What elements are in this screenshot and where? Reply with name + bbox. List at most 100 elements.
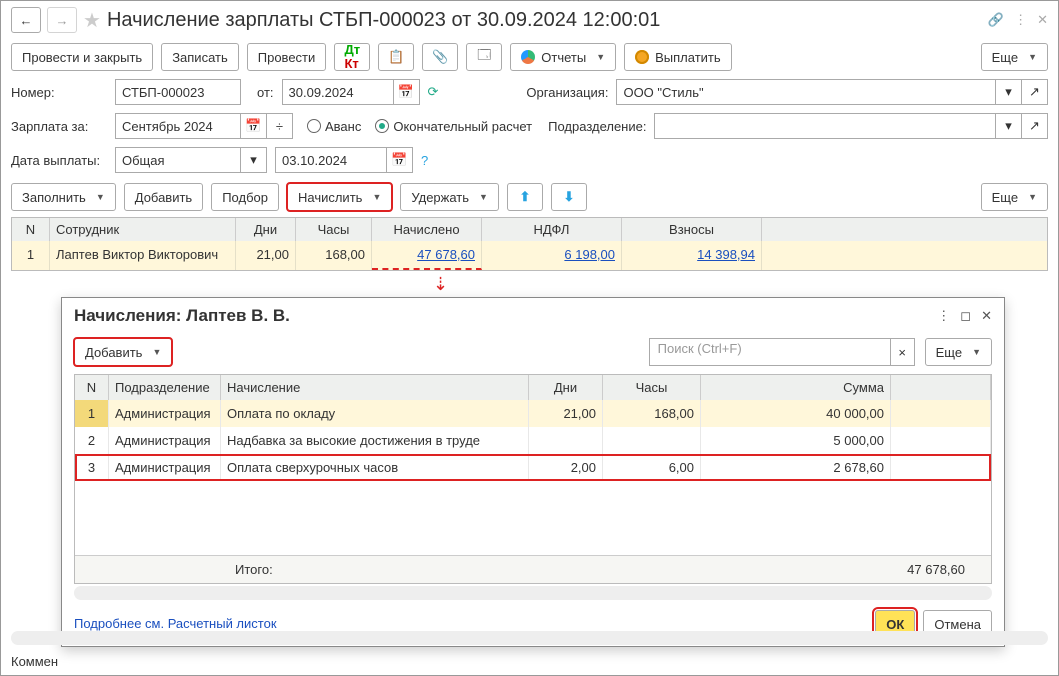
help-icon[interactable]: ? xyxy=(421,153,428,168)
dtkt-button[interactable]: ДтКт xyxy=(334,43,370,71)
col-days[interactable]: Дни xyxy=(236,218,296,241)
col-dept[interactable]: Подразделение xyxy=(109,375,221,400)
date-input[interactable]: 30.09.2024 xyxy=(282,79,394,105)
page-title: Начисление зарплаты СТБП-000023 от 30.09… xyxy=(107,9,982,32)
col-accrual[interactable]: Начисление xyxy=(221,375,529,400)
open-icon[interactable]: ↗ xyxy=(1022,79,1048,105)
fill-button[interactable]: Заполнить▼ xyxy=(11,183,116,211)
chevron-down-icon: ▼ xyxy=(972,347,981,357)
close-icon[interactable]: ✕ xyxy=(981,308,992,324)
dropdown-icon[interactable]: ▾ xyxy=(996,113,1022,139)
pay-button[interactable]: Выплатить xyxy=(624,43,732,71)
clear-search-button[interactable]: × xyxy=(891,338,915,366)
col-n[interactable]: N xyxy=(75,375,109,400)
chevron-down-icon: ▼ xyxy=(1028,192,1037,202)
paperclip-icon: 📎 xyxy=(432,49,448,65)
payslip-link[interactable]: Подробнее см. Расчетный листок xyxy=(74,616,277,632)
dialog-add-button[interactable]: Добавить▼ xyxy=(74,338,172,366)
close-icon[interactable]: ✕ xyxy=(1037,12,1048,28)
move-down-button[interactable]: ⬇ xyxy=(551,183,587,211)
refresh-icon[interactable]: ⟳ xyxy=(428,84,439,100)
number-label: Номер: xyxy=(11,85,107,100)
calendar-icon[interactable]: 📅 xyxy=(387,147,413,173)
col-hours[interactable]: Часы xyxy=(603,375,701,400)
period-nav-icon[interactable]: ÷ xyxy=(267,113,293,139)
open-icon[interactable]: ↗ xyxy=(1022,113,1048,139)
pick-button[interactable]: Подбор xyxy=(211,183,279,211)
nav-forward-button[interactable]: → xyxy=(47,7,77,33)
col-n[interactable]: N xyxy=(12,218,50,241)
more-button[interactable]: Еще▼ xyxy=(981,43,1048,71)
final-radio[interactable]: Окончательный расчет xyxy=(375,119,532,134)
total-value: 47 678,60 xyxy=(705,556,991,583)
form-button[interactable]: 🗔 xyxy=(466,43,502,71)
number-input[interactable]: СТБП-000023 xyxy=(115,79,241,105)
chevron-down-icon: ▼ xyxy=(96,192,105,202)
chevron-down-icon: ▼ xyxy=(372,192,381,202)
comment-label: Коммен xyxy=(11,654,58,669)
pie-chart-icon xyxy=(521,50,535,64)
kebab-icon[interactable]: ⋮ xyxy=(937,308,950,324)
col-accrued[interactable]: Начислено xyxy=(372,218,482,241)
table-row[interactable]: 3 Администрация Оплата сверхурочных часо… xyxy=(75,454,991,481)
list-icon: 📋 xyxy=(388,49,404,65)
pay-date-label: Дата выплаты: xyxy=(11,153,107,168)
write-button[interactable]: Записать xyxy=(161,43,239,71)
link-icon[interactable]: 🔗 xyxy=(988,12,1004,28)
accruals-table: N Подразделение Начисление Дни Часы Сумм… xyxy=(74,374,992,584)
calendar-icon[interactable]: 📅 xyxy=(241,113,267,139)
dtkt-icon: ДтКт xyxy=(344,43,360,71)
withhold-button[interactable]: Удержать▼ xyxy=(400,183,499,211)
col-contrib[interactable]: Взносы xyxy=(622,218,762,241)
kebab-icon[interactable]: ⋮ xyxy=(1014,12,1027,28)
search-input[interactable]: Поиск (Ctrl+F) xyxy=(649,338,891,366)
accrue-button[interactable]: Начислить▼ xyxy=(287,183,392,211)
form-icon: 🗔 xyxy=(477,46,491,68)
favorite-star-icon[interactable]: ★ xyxy=(83,8,101,33)
chevron-down-icon: ▼ xyxy=(1028,52,1037,62)
pay-date-type-input[interactable]: Общая xyxy=(115,147,241,173)
col-hours[interactable]: Часы xyxy=(296,218,372,241)
org-label: Организация: xyxy=(526,85,608,100)
employees-table: N Сотрудник Дни Часы Начислено НДФЛ Взно… xyxy=(11,217,1048,271)
maximize-icon[interactable]: ◻ xyxy=(960,308,971,324)
advance-radio[interactable]: Аванс xyxy=(307,119,361,134)
table-row[interactable]: 1 Лаптев Виктор Викторович 21,00 168,00 … xyxy=(12,241,1047,270)
contrib-link[interactable]: 14 398,94 xyxy=(622,241,762,270)
coin-icon xyxy=(635,50,649,64)
table-row[interactable]: 2 Администрация Надбавка за высокие дост… xyxy=(75,427,991,454)
dialog-more-button[interactable]: Еще▼ xyxy=(925,338,992,366)
total-label: Итого: xyxy=(75,556,529,583)
calendar-icon[interactable]: 📅 xyxy=(394,79,420,105)
col-sum[interactable]: Сумма xyxy=(701,375,891,400)
horizontal-scrollbar[interactable] xyxy=(11,631,1048,645)
col-ndfl[interactable]: НДФЛ xyxy=(482,218,622,241)
org-input[interactable]: ООО "Стиль" xyxy=(616,79,996,105)
dropdown-icon[interactable]: ▾ xyxy=(241,147,267,173)
chevron-down-icon: ▼ xyxy=(596,52,605,62)
reports-button[interactable]: Отчеты▼ xyxy=(510,43,616,71)
col-days[interactable]: Дни xyxy=(529,375,603,400)
move-up-button[interactable]: ⬆ xyxy=(507,183,543,211)
add-button[interactable]: Добавить xyxy=(124,183,203,211)
chevron-down-icon: ▼ xyxy=(479,192,488,202)
dept-input[interactable] xyxy=(654,113,996,139)
col-employee[interactable]: Сотрудник xyxy=(50,218,236,241)
table-row[interactable]: 1 Администрация Оплата по окладу 21,00 1… xyxy=(75,400,991,427)
attach-button[interactable]: 📎 xyxy=(422,43,458,71)
period-input[interactable]: Сентябрь 2024 xyxy=(115,113,241,139)
accrued-link[interactable]: 47 678,60 xyxy=(372,241,482,270)
accruals-dialog: Начисления: Лаптев В. В. ⋮ ◻ ✕ Добавить▼… xyxy=(61,297,1005,647)
callout-arrow-icon: ⇣ xyxy=(433,274,448,295)
table-more-button[interactable]: Еще▼ xyxy=(981,183,1048,211)
pay-date-input[interactable]: 03.10.2024 xyxy=(275,147,387,173)
list-button[interactable]: 📋 xyxy=(378,43,414,71)
arrow-down-icon: ⬇ xyxy=(563,189,574,205)
salary-for-label: Зарплата за: xyxy=(11,119,107,134)
nav-back-button[interactable]: ← xyxy=(11,7,41,33)
post-and-close-button[interactable]: Провести и закрыть xyxy=(11,43,153,71)
horizontal-scrollbar[interactable] xyxy=(74,586,992,600)
dropdown-icon[interactable]: ▾ xyxy=(996,79,1022,105)
ndfl-link[interactable]: 6 198,00 xyxy=(482,241,622,270)
post-button[interactable]: Провести xyxy=(247,43,327,71)
